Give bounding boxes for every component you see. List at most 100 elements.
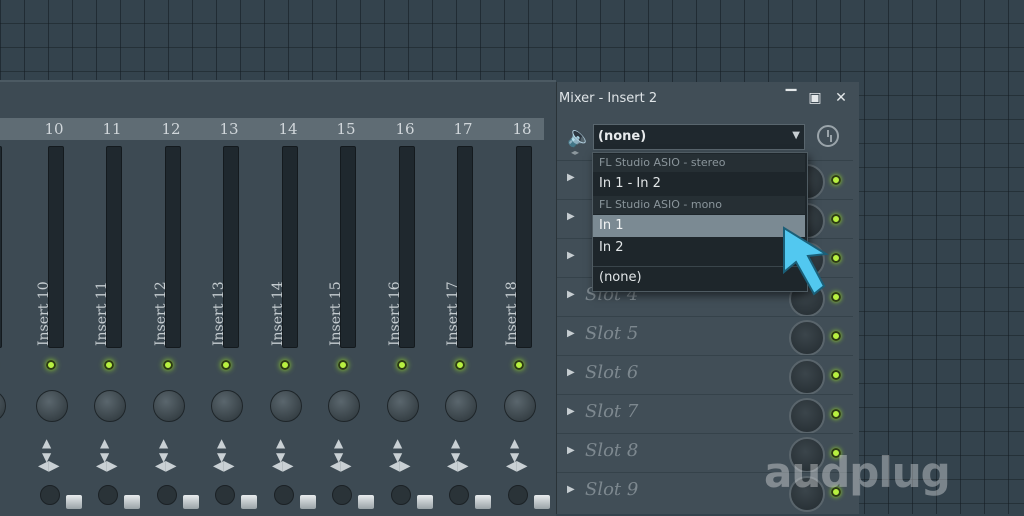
mini-knob[interactable] bbox=[508, 485, 528, 505]
slot-row-7[interactable]: ▶ Slot 7 bbox=[557, 394, 853, 434]
strip-enable-led[interactable] bbox=[338, 360, 348, 370]
fader-handle[interactable] bbox=[475, 495, 491, 509]
dropdown-group-header: FL Studio ASIO - stereo bbox=[593, 154, 805, 172]
pan-knob[interactable] bbox=[94, 390, 126, 422]
mini-knob[interactable] bbox=[332, 485, 352, 505]
swap-lr-icon[interactable]: ◀▶ bbox=[155, 458, 177, 474]
pan-knob[interactable] bbox=[153, 390, 185, 422]
strip-enable-led[interactable] bbox=[221, 360, 231, 370]
pan-knob[interactable] bbox=[0, 390, 6, 422]
pan-knob[interactable] bbox=[270, 390, 302, 422]
strip-number-header: 10 11 12 13 14 15 16 17 18 bbox=[0, 118, 544, 140]
swap-lr-icon[interactable]: ◀▶ bbox=[330, 458, 352, 474]
slot-enable-led[interactable] bbox=[831, 331, 841, 341]
mini-knob[interactable] bbox=[40, 485, 60, 505]
fader-handle[interactable] bbox=[534, 495, 550, 509]
fader-handle[interactable] bbox=[417, 495, 433, 509]
slot-expand-arrow-icon[interactable]: ▶ bbox=[567, 445, 575, 456]
strip-enable-led[interactable] bbox=[46, 360, 56, 370]
swap-lr-icon[interactable]: ◀▶ bbox=[213, 458, 235, 474]
slot-expand-arrow-icon[interactable]: ▶ bbox=[567, 289, 575, 300]
slot-label: Slot 9 bbox=[585, 479, 639, 500]
pan-knob[interactable] bbox=[445, 390, 477, 422]
slot-expand-arrow-icon[interactable]: ▶ bbox=[567, 484, 575, 495]
minimize-icon[interactable]: ▔ bbox=[783, 90, 799, 106]
strip-number-15: 15 bbox=[336, 120, 356, 138]
mini-knob[interactable] bbox=[449, 485, 469, 505]
pan-knob[interactable] bbox=[387, 390, 419, 422]
strip-enable-led[interactable] bbox=[455, 360, 465, 370]
fader-handle[interactable] bbox=[66, 495, 82, 509]
latency-clock-icon[interactable] bbox=[817, 125, 839, 147]
dropdown-item-in2[interactable]: In 2 bbox=[593, 237, 805, 259]
swap-lr-icon[interactable]: ◀▶ bbox=[389, 458, 411, 474]
strip-number-14: 14 bbox=[278, 120, 298, 138]
mixer-strip-14[interactable]: Insert 14 ▲ ▼ ◀▶ bbox=[262, 140, 320, 514]
strip-enable-led[interactable] bbox=[397, 360, 407, 370]
slot-expand-arrow-icon[interactable]: ▶ bbox=[567, 172, 575, 183]
slot-expand-arrow-icon[interactable]: ▶ bbox=[567, 367, 575, 378]
lr-indicator-icon: ◂▸ bbox=[571, 148, 580, 157]
slot-label: Slot 5 bbox=[585, 323, 639, 344]
swap-lr-icon[interactable]: ◀▶ bbox=[506, 458, 528, 474]
slot-expand-arrow-icon[interactable]: ▶ bbox=[567, 406, 575, 417]
swap-lr-icon[interactable]: ◀▶ bbox=[447, 458, 469, 474]
mixer-strip-13[interactable]: Insert 13 ▲ ▼ ◀▶ bbox=[203, 140, 261, 514]
mixer-strip-12[interactable]: Insert 12 ▲ ▼ ◀▶ bbox=[145, 140, 203, 514]
dropdown-group-header: FL Studio ASIO - mono bbox=[593, 196, 805, 214]
swap-lr-icon[interactable]: ◀▶ bbox=[96, 458, 118, 474]
strip-enable-led[interactable] bbox=[104, 360, 114, 370]
fader-handle[interactable] bbox=[124, 495, 140, 509]
strip-enable-led[interactable] bbox=[514, 360, 524, 370]
mixer-strip-15[interactable]: Insert 15 ▲ ▼ ◀▶ bbox=[320, 140, 378, 514]
dropdown-item-none[interactable]: (none) bbox=[593, 266, 805, 288]
dropdown-item-in1-in2[interactable]: In 1 - In 2 bbox=[593, 173, 805, 195]
mixer-strip-partial[interactable] bbox=[0, 140, 24, 514]
slot-mix-knob[interactable] bbox=[789, 398, 825, 434]
chevron-down-icon: ▼ bbox=[792, 130, 800, 141]
pan-knob[interactable] bbox=[211, 390, 243, 422]
fader-handle[interactable] bbox=[358, 495, 374, 509]
dropdown-item-in1[interactable]: In 1 bbox=[593, 215, 805, 237]
slot-enable-led[interactable] bbox=[831, 409, 841, 419]
mixer-strip-10[interactable]: Insert 10 ▲ ▼ ◀▶ bbox=[28, 140, 86, 514]
slot-expand-arrow-icon[interactable]: ▶ bbox=[567, 211, 575, 222]
mixer-strip-17[interactable]: Insert 17 ▲ ▼ ◀▶ bbox=[437, 140, 495, 514]
fader-handle[interactable] bbox=[183, 495, 199, 509]
strip-label: Insert 10 bbox=[36, 281, 52, 346]
slot-expand-arrow-icon[interactable]: ▶ bbox=[567, 328, 575, 339]
mini-knob[interactable] bbox=[98, 485, 118, 505]
fader-handle[interactable] bbox=[241, 495, 257, 509]
slot-mix-knob[interactable] bbox=[789, 359, 825, 395]
strip-number-10: 10 bbox=[44, 120, 64, 138]
slot-row-6[interactable]: ▶ Slot 6 bbox=[557, 355, 853, 395]
speaker-icon[interactable]: 🔈 bbox=[567, 124, 592, 148]
fader-track[interactable] bbox=[0, 146, 2, 348]
slot-mix-knob[interactable] bbox=[789, 320, 825, 356]
slot-enable-led[interactable] bbox=[831, 175, 841, 185]
slot-label: Slot 7 bbox=[585, 401, 639, 422]
pan-knob[interactable] bbox=[36, 390, 68, 422]
mini-knob[interactable] bbox=[157, 485, 177, 505]
swap-lr-icon[interactable]: ◀▶ bbox=[272, 458, 294, 474]
mixer-strip-16[interactable]: Insert 16 ▲ ▼ ◀▶ bbox=[379, 140, 437, 514]
slot-row-5[interactable]: ▶ Slot 5 bbox=[557, 316, 853, 356]
mixer-strip-11[interactable]: Insert 11 ▲ ▼ ◀▶ bbox=[86, 140, 144, 514]
slot-enable-led[interactable] bbox=[831, 370, 841, 380]
pan-knob[interactable] bbox=[504, 390, 536, 422]
fader-handle[interactable] bbox=[300, 495, 316, 509]
mini-knob[interactable] bbox=[391, 485, 411, 505]
pan-knob[interactable] bbox=[328, 390, 360, 422]
slot-enable-led[interactable] bbox=[831, 214, 841, 224]
slot-expand-arrow-icon[interactable]: ▶ bbox=[567, 250, 575, 261]
strip-enable-led[interactable] bbox=[280, 360, 290, 370]
strip-number-16: 16 bbox=[395, 120, 415, 138]
audio-input-select[interactable]: (none) ▼ bbox=[593, 124, 805, 150]
close-icon[interactable]: ✕ bbox=[833, 90, 849, 106]
mixer-strip-18[interactable]: Insert 18 ▲ ▼ ◀▶ bbox=[496, 140, 554, 514]
mini-knob[interactable] bbox=[274, 485, 294, 505]
mini-knob[interactable] bbox=[215, 485, 235, 505]
swap-lr-icon[interactable]: ◀▶ bbox=[38, 458, 60, 474]
strip-enable-led[interactable] bbox=[163, 360, 173, 370]
maximize-icon[interactable]: ▣ bbox=[807, 90, 823, 106]
